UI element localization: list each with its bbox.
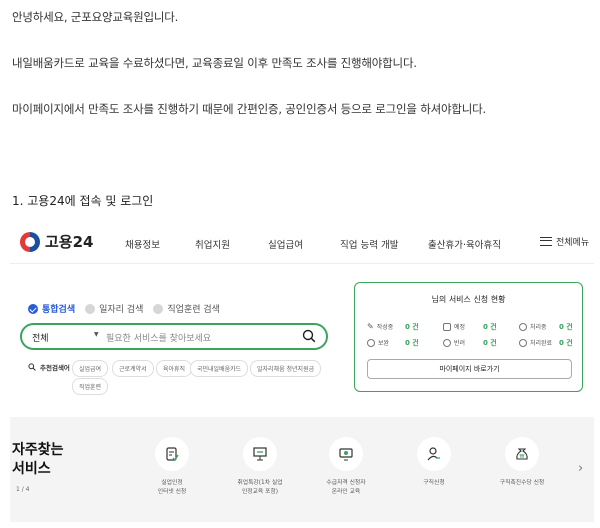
service-label: 실업인정 인터넷 신청 <box>157 480 187 495</box>
keyword-chip[interactable]: 직업훈련 <box>72 378 109 395</box>
alert-icon <box>367 338 375 347</box>
service-item-online-education[interactable]: 수급자격 신청자 온라인 교육 <box>298 437 394 497</box>
nav-item-employment-support[interactable]: 취업지원 <box>195 237 230 251</box>
greeting-text: 안녕하세요, 군포요양교육원입니다. <box>12 10 179 24</box>
dropdown-caret-icon: ▼ <box>94 331 99 338</box>
person-icon <box>417 437 451 471</box>
radio-icon <box>85 303 96 314</box>
recommended-keywords: 추천검색어 <box>28 362 70 372</box>
logo-mark-icon <box>20 231 40 252</box>
frequent-services-title: 자주찾는 서비스 <box>12 441 64 479</box>
presentation-icon <box>243 437 277 471</box>
page-indicator: 1 / 4 <box>16 486 30 493</box>
keyword-chip[interactable]: 실업급여 <box>72 360 109 377</box>
search-icon[interactable] <box>302 329 316 343</box>
site-screenshot: 고용24 채용정보 취업지원 실업급여 직업 능력 개발 출산휴가·육아휴직 전… <box>10 222 594 522</box>
tab-job-search[interactable]: 일자리 검색 <box>85 302 143 315</box>
stat-value: 0 건 <box>559 323 573 331</box>
service-status-panel: 님의 서비스 신청 현황 ✎ 작성중 0 건 예정 0 건 처리중 0 건 보완… <box>354 282 583 392</box>
stat-drafting[interactable]: ✎ 작성중 <box>367 322 393 331</box>
svg-text:₩: ₩ <box>520 454 525 460</box>
calendar-icon <box>443 322 451 331</box>
site-nav: 고용24 채용정보 취업지원 실업급여 직업 능력 개발 출산휴가·육아휴직 전… <box>10 222 594 264</box>
site-logo[interactable]: 고용24 <box>20 231 93 252</box>
instruction-text: 내일배움카드로 교육을 수료하셨다면, 교육종료일 이후 만족도 조사를 진행해… <box>12 56 417 70</box>
mypage-button[interactable]: 마이페이지 바로가기 <box>367 359 572 379</box>
stat-processing[interactable]: 처리중 <box>519 322 547 331</box>
stat-value: 0 건 <box>405 323 419 331</box>
stat-label: 예정 <box>454 324 466 331</box>
title-line: 자주찾는 <box>12 442 64 458</box>
search-tabs: 통합검색 일자리 검색 직업훈련 검색 <box>28 302 220 315</box>
tab-integrated-search[interactable]: 통합검색 <box>28 302 75 315</box>
keyword-chip[interactable]: 근로계약서 <box>112 360 154 377</box>
stat-label: 처리완료 <box>530 340 553 347</box>
dots-icon <box>519 322 527 331</box>
stat-value: 0 건 <box>405 339 419 347</box>
service-label: 수급자격 신청자 온라인 교육 <box>326 480 366 495</box>
stat-label: 처리중 <box>530 324 547 331</box>
tab-training-search[interactable]: 직업훈련 검색 <box>153 302 220 315</box>
search-category-select[interactable]: 전체 <box>32 331 49 344</box>
service-item-employment-lecture[interactable]: 취업특강(1차 실업 인정교육 포함) <box>212 437 308 497</box>
tab-label: 통합검색 <box>42 305 76 315</box>
nav-item-jobs[interactable]: 채용정보 <box>125 237 160 251</box>
nav-item-skill-development[interactable]: 직업 능력 개발 <box>340 237 398 251</box>
search-input[interactable]: 필요한 서비스를 찾아보세요 <box>106 331 211 344</box>
stat-value: 0 건 <box>483 339 497 347</box>
stat-scheduled[interactable]: 예정 <box>443 322 465 331</box>
radio-checked-icon <box>28 303 38 314</box>
stat-label: 반려 <box>454 340 466 347</box>
stat-value: 0 건 <box>483 323 497 331</box>
service-label: 구직촉진수당 신청 <box>499 480 545 486</box>
frequent-services-section: 자주찾는 서비스 1 / 4 실업인정 인터넷 신청 취업특강(1차 실업 인정… <box>10 417 594 522</box>
service-status-title: 님의 서비스 신청 현황 <box>431 295 506 304</box>
stat-completed[interactable]: 처리완료 <box>519 338 552 347</box>
money-bag-icon: ₩ <box>505 437 539 471</box>
nav-item-unemployment-benefit[interactable]: 실업급여 <box>268 237 303 251</box>
step-heading: 1. 고용24에 접속 및 로그인 <box>12 194 154 208</box>
service-item-job-promotion-allowance[interactable]: ₩ 구직촉진수당 신청 <box>474 437 570 488</box>
tab-label: 직업훈련 검색 <box>167 305 220 315</box>
title-line: 서비스 <box>12 461 51 477</box>
stat-value: 0 건 <box>559 339 573 347</box>
radio-icon <box>153 303 164 314</box>
service-label: 구직신청 <box>423 480 445 486</box>
chevron-right-icon[interactable]: › <box>578 461 583 476</box>
service-label: 취업특강(1차 실업 인정교육 포함) <box>237 480 283 495</box>
search-bar[interactable]: 전체 ▼ 필요한 서비스를 찾아보세요 <box>20 323 328 350</box>
check-icon <box>519 338 527 347</box>
all-menu-label: 전체메뉴 <box>556 238 590 248</box>
stat-label: 작성중 <box>376 324 394 331</box>
service-item-unemployment-recognition[interactable]: 실업인정 인터넷 신청 <box>124 437 220 497</box>
stat-label: 보완 <box>378 340 390 347</box>
keyword-chip[interactable]: 일자리채움 청년지원금 <box>250 360 322 377</box>
tab-label: 일자리 검색 <box>99 305 144 315</box>
nav-item-parental-leave[interactable]: 출산휴가·육아휴직 <box>428 237 501 251</box>
stat-supplement[interactable]: 보완 <box>367 338 389 347</box>
keyword-chip[interactable]: 육아휴직 <box>156 360 193 377</box>
keyword-chip[interactable]: 국민내일배움카드 <box>190 360 249 377</box>
hamburger-icon <box>540 237 552 246</box>
search-small-icon <box>28 363 36 371</box>
login-note-text: 마이페이지에서 만족도 조사를 진행하기 때문에 간편인증, 공인인증서 등으로… <box>12 102 486 116</box>
logo-text: 고용24 <box>45 233 94 251</box>
x-icon <box>443 338 451 347</box>
pencil-icon: ✎ <box>367 322 374 331</box>
stat-rejected[interactable]: 반려 <box>443 338 465 347</box>
all-menu-button[interactable]: 전체메뉴 <box>540 235 589 248</box>
service-item-job-application[interactable]: 구직신청 <box>386 437 482 488</box>
monitor-icon <box>329 437 363 471</box>
document-icon <box>155 437 189 471</box>
recommended-label: 추천검색어 <box>40 364 70 372</box>
